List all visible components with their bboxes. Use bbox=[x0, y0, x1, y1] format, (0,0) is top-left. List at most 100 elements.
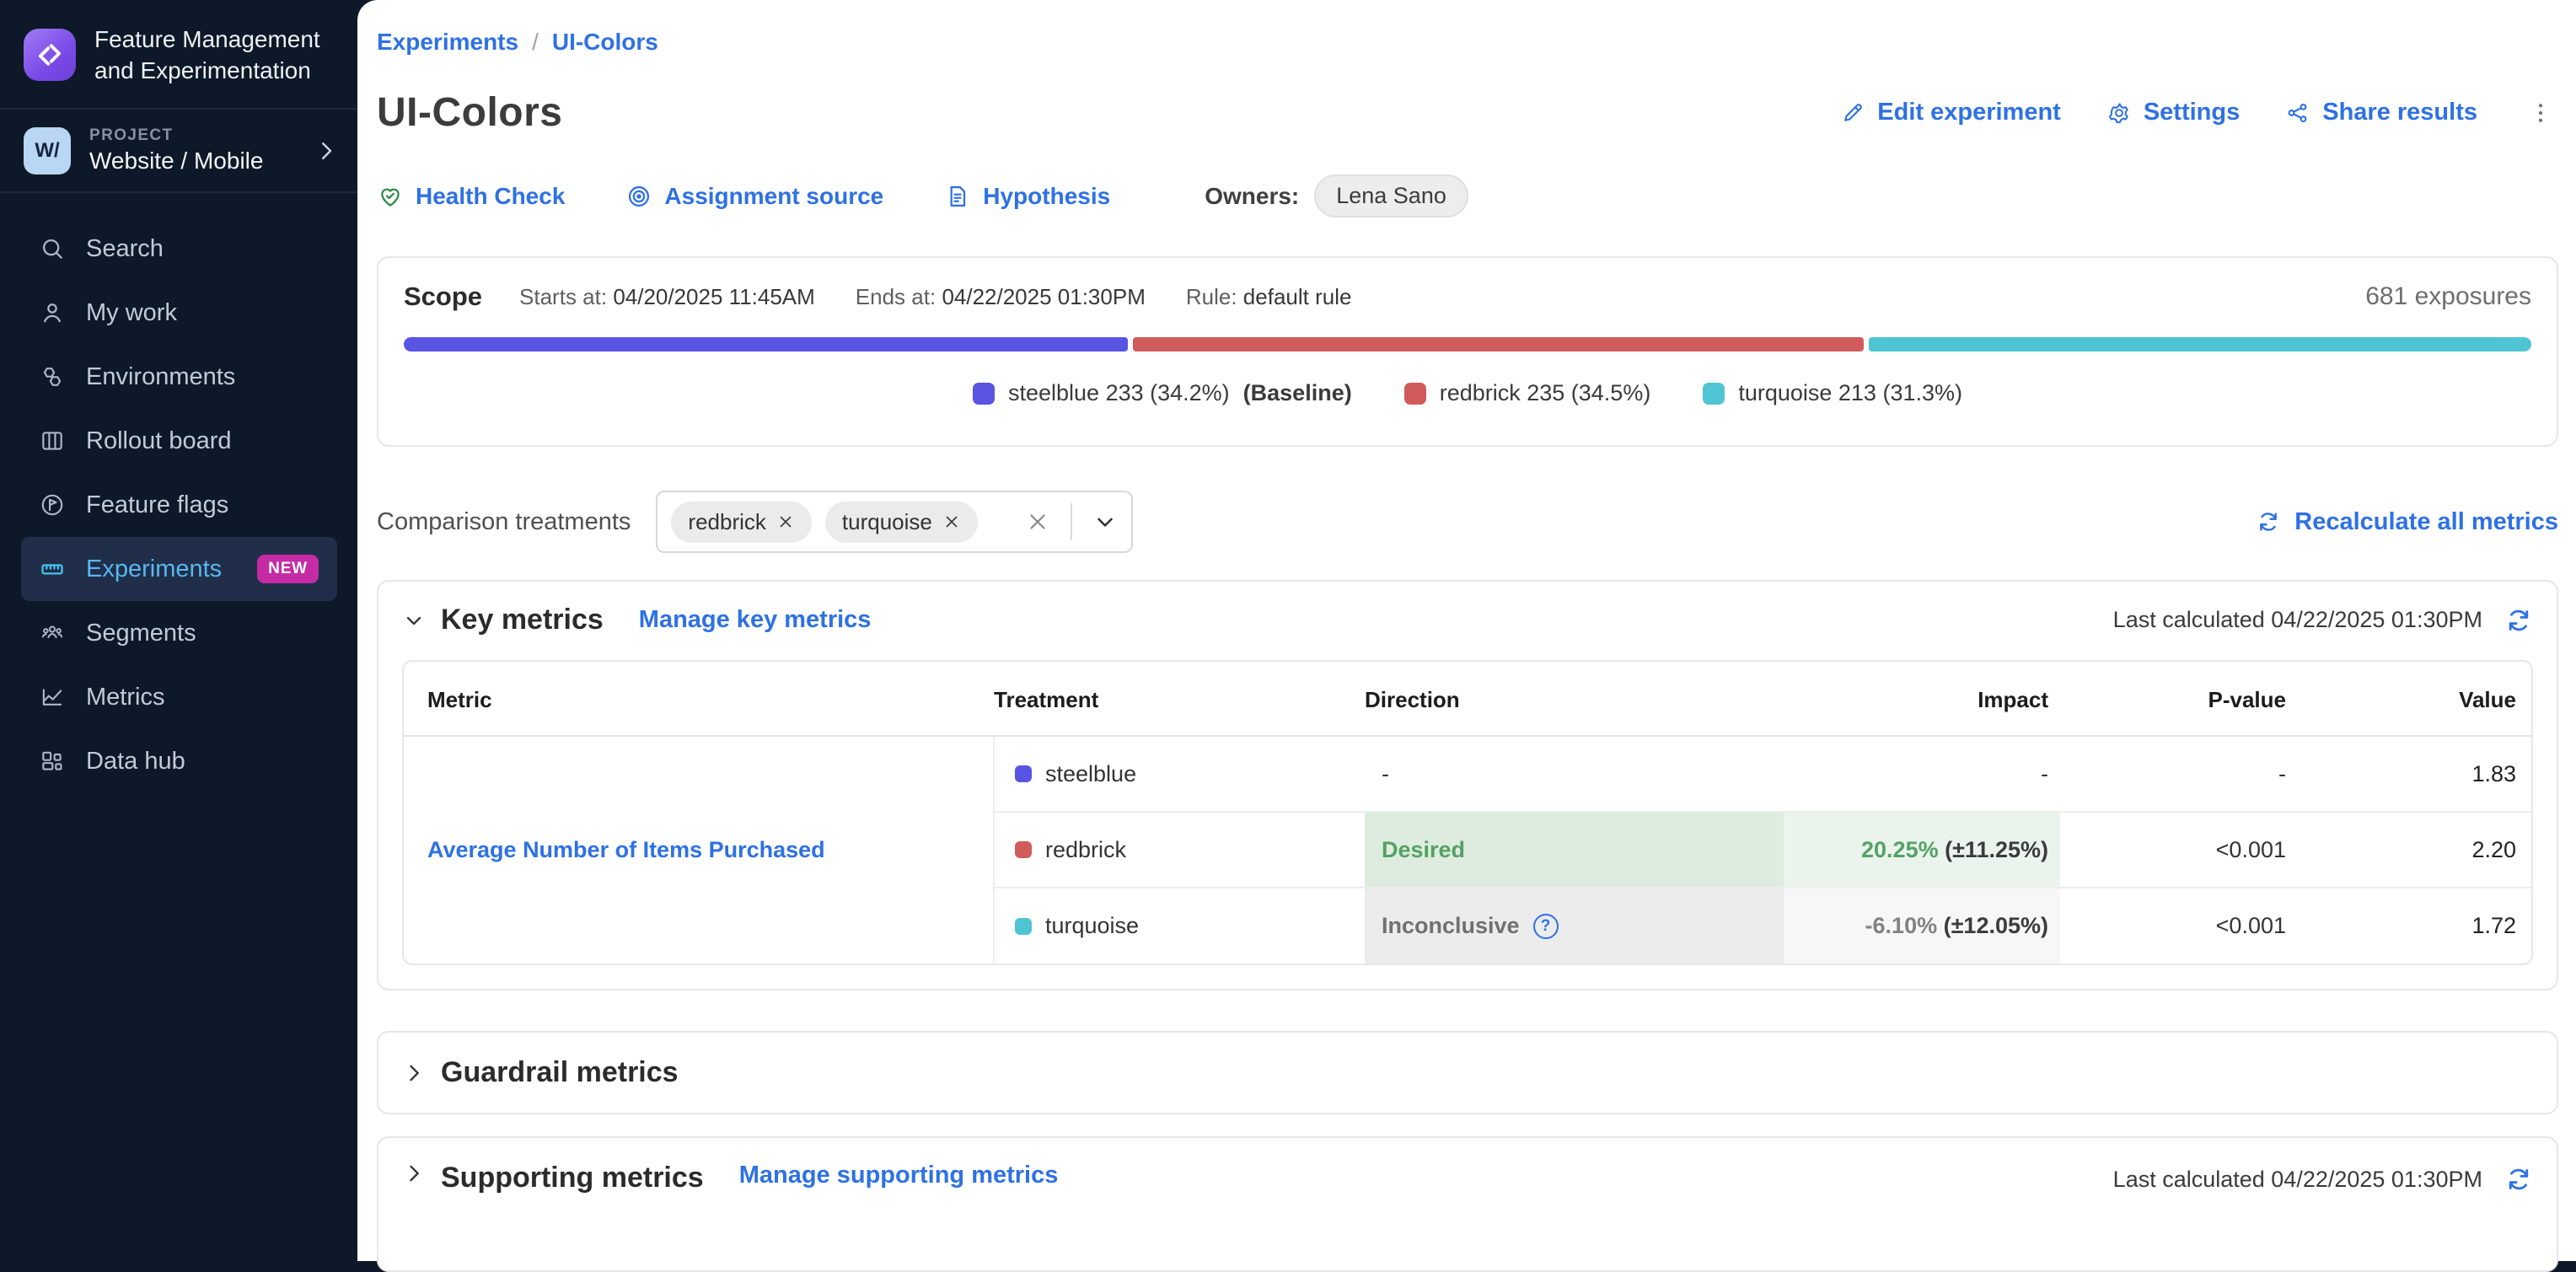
col-header-metric: Metric bbox=[404, 662, 994, 736]
settings-button[interactable]: Settings bbox=[2106, 99, 2240, 126]
redbrick-swatch bbox=[1015, 841, 1032, 858]
main-panel: Experiments / UI-Colors UI-Colors Edit e… bbox=[357, 0, 2576, 1261]
refresh-icon bbox=[2256, 509, 2281, 534]
sidebar-item-metrics[interactable]: Metrics bbox=[21, 665, 337, 729]
redbrick-swatch bbox=[1404, 383, 1426, 405]
collapse-chevron-down-icon[interactable] bbox=[402, 609, 426, 632]
board-columns-icon bbox=[39, 427, 66, 454]
sidebar-item-data-hub[interactable]: Data hub bbox=[21, 729, 337, 793]
project-name: Website / Mobile bbox=[89, 148, 263, 174]
metric-link[interactable]: Average Number of Items Purchased bbox=[427, 837, 825, 862]
header-actions: Edit experiment Settings Share results bbox=[1840, 95, 2558, 131]
p-value-cell: <0.001 bbox=[2060, 888, 2298, 963]
sidebar-item-rollout-board[interactable]: Rollout board bbox=[21, 409, 337, 473]
col-header-value: Value bbox=[2298, 662, 2531, 736]
breadcrumb-separator: / bbox=[532, 29, 539, 56]
owners: Owners: Lena Sano bbox=[1205, 174, 1468, 217]
value-cell: 1.72 bbox=[2298, 888, 2531, 963]
key-metrics-title: Key metrics bbox=[441, 604, 604, 636]
chip-remove-icon[interactable] bbox=[776, 513, 795, 531]
clear-all-icon[interactable] bbox=[1025, 509, 1050, 534]
chevron-down-icon[interactable] bbox=[1092, 509, 1118, 534]
impact-cell: 20.25% (±11.25%) bbox=[1784, 812, 2060, 888]
project-switcher[interactable]: W/ PROJECT Website / Mobile bbox=[0, 110, 357, 191]
comparison-treatments-select[interactable]: redbrick turquoise bbox=[656, 491, 1133, 553]
page-title: UI-Colors bbox=[377, 89, 563, 136]
sidebar-item-segments[interactable]: Segments bbox=[21, 601, 337, 665]
refresh-icon[interactable] bbox=[2504, 1165, 2533, 1194]
help-icon[interactable]: ? bbox=[1533, 914, 1559, 939]
grid-icon bbox=[39, 748, 66, 775]
p-value-cell: <0.001 bbox=[2060, 812, 2298, 888]
sidebar-item-my-work[interactable]: My work bbox=[21, 281, 337, 345]
bar-segment-turquoise bbox=[1869, 337, 2531, 352]
last-calculated-text: Last calculated 04/22/2025 01:30PM bbox=[2113, 607, 2482, 633]
col-header-impact: Impact bbox=[1784, 662, 2060, 736]
people-icon bbox=[39, 620, 66, 647]
kebab-menu-button[interactable] bbox=[2523, 95, 2558, 131]
share-results-button[interactable]: Share results bbox=[2285, 99, 2477, 126]
health-check-link[interactable]: Health Check bbox=[377, 183, 565, 210]
app-title: Feature Management and Experimentation bbox=[94, 24, 337, 86]
breadcrumb: Experiments / UI-Colors bbox=[377, 29, 2558, 56]
document-icon bbox=[944, 183, 971, 210]
chevron-right-icon bbox=[314, 138, 339, 164]
manage-key-metrics-link[interactable]: Manage key metrics bbox=[639, 606, 872, 634]
app-logo-icon bbox=[24, 29, 76, 81]
col-header-direction: Direction bbox=[1365, 662, 1784, 736]
manage-supporting-metrics-link[interactable]: Manage supporting metrics bbox=[739, 1162, 1059, 1189]
chip-redbrick[interactable]: redbrick bbox=[671, 502, 811, 543]
heart-check-icon bbox=[377, 183, 404, 210]
col-header-p-value: P-value bbox=[2060, 662, 2298, 736]
treatment-cell: redbrick bbox=[994, 812, 1365, 888]
treatment-legend: steelblue 233 (34.2%) (Baseline) redbric… bbox=[404, 380, 2531, 406]
supporting-metrics-section: Supporting metrics Manage supporting met… bbox=[377, 1136, 2558, 1272]
experiment-meta-row: Health Check Assignment source Hypothesi… bbox=[377, 174, 2558, 217]
sidebar-item-feature-flags[interactable]: Feature flags bbox=[21, 473, 337, 537]
table-header-row: Metric Treatment Direction Impact P-valu… bbox=[404, 662, 2531, 736]
breadcrumb-experiments-link[interactable]: Experiments bbox=[377, 29, 518, 56]
comparison-row: Comparison treatments redbrick turquoise… bbox=[377, 491, 2558, 553]
impact-cell: -6.10% (±12.05%) bbox=[1784, 888, 2060, 963]
sidebar-item-label: Experiments bbox=[86, 555, 222, 583]
direction-cell: Inconclusive ? bbox=[1365, 888, 1784, 963]
treatment-cell: steelblue bbox=[994, 736, 1365, 812]
breadcrumb-current-link[interactable]: UI-Colors bbox=[552, 29, 658, 56]
edit-experiment-button[interactable]: Edit experiment bbox=[1840, 99, 2061, 126]
turquoise-swatch bbox=[1703, 383, 1725, 405]
hypothesis-link[interactable]: Hypothesis bbox=[944, 183, 1110, 210]
flag-circle-icon bbox=[39, 491, 66, 518]
steelblue-swatch bbox=[1015, 765, 1032, 782]
sidebar-item-experiments[interactable]: Experiments NEW bbox=[21, 537, 337, 601]
sidebar: Feature Management and Experimentation W… bbox=[0, 0, 357, 1261]
target-icon bbox=[625, 183, 652, 210]
sidebar-item-label: Segments bbox=[86, 620, 196, 647]
key-metrics-table: Metric Treatment Direction Impact P-valu… bbox=[402, 660, 2533, 965]
direction-cell: Desired bbox=[1365, 812, 1784, 888]
guardrail-metrics-section: Guardrail metrics bbox=[377, 1031, 2558, 1114]
chip-turquoise[interactable]: turquoise bbox=[825, 502, 978, 543]
new-badge: NEW bbox=[257, 555, 319, 583]
sidebar-item-environments[interactable]: Environments bbox=[21, 345, 337, 409]
recalculate-all-metrics-button[interactable]: Recalculate all metrics bbox=[2256, 508, 2558, 536]
sidebar-nav: Search My work Environments Rollout boar… bbox=[0, 193, 357, 793]
guardrail-metrics-title: Guardrail metrics bbox=[441, 1056, 679, 1089]
legend-item-steelblue: steelblue 233 (34.2%) (Baseline) bbox=[973, 380, 1352, 406]
key-metrics-section: Key metrics Manage key metrics Last calc… bbox=[377, 580, 2558, 990]
hexagons-icon bbox=[39, 363, 66, 390]
legend-item-turquoise: turquoise 213 (31.3%) bbox=[1703, 380, 1962, 406]
sidebar-item-label: Search bbox=[86, 235, 164, 263]
scope-ends: Ends at: 04/22/2025 01:30PM bbox=[856, 284, 1146, 310]
sidebar-item-search[interactable]: Search bbox=[21, 217, 337, 281]
turquoise-swatch bbox=[1015, 918, 1032, 935]
chip-remove-icon[interactable] bbox=[942, 513, 961, 531]
select-divider bbox=[1071, 503, 1072, 540]
expand-chevron-right-icon[interactable] bbox=[402, 1061, 426, 1085]
assignment-source-link[interactable]: Assignment source bbox=[625, 183, 883, 210]
sidebar-item-label: Metrics bbox=[86, 684, 164, 711]
refresh-icon[interactable] bbox=[2504, 606, 2533, 635]
expand-chevron-right-icon[interactable] bbox=[402, 1162, 426, 1185]
owner-pill[interactable]: Lena Sano bbox=[1314, 174, 1468, 217]
share-icon bbox=[2285, 100, 2310, 126]
owners-label: Owners: bbox=[1205, 183, 1299, 210]
